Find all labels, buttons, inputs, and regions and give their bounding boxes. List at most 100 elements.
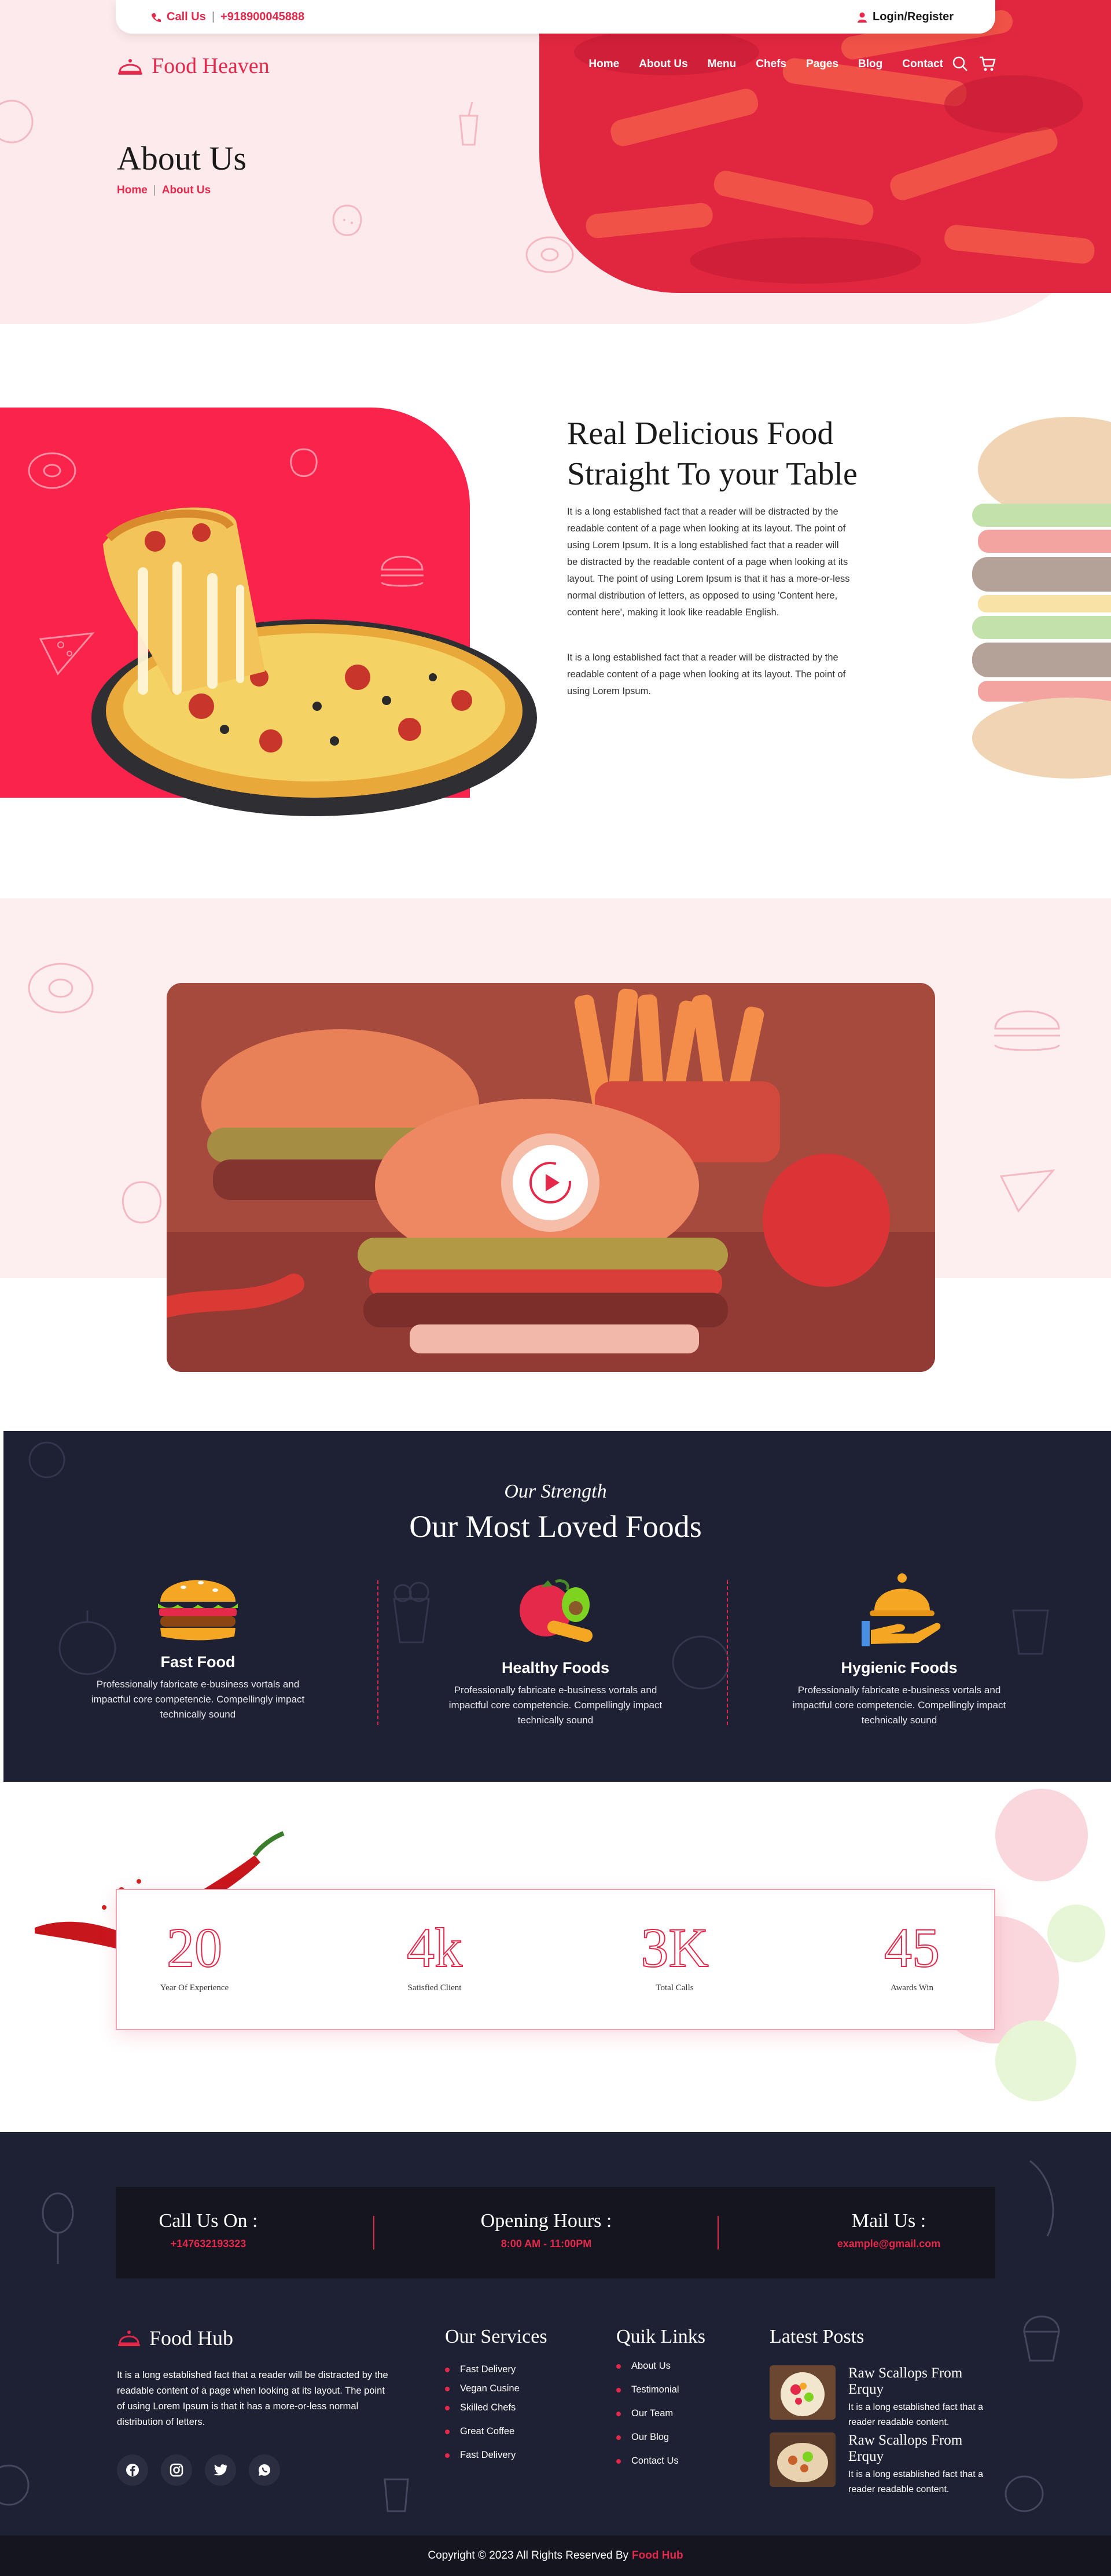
contact-hours-title: Opening Hours : — [480, 2210, 612, 2232]
nav-blog[interactable]: Blog — [858, 58, 882, 71]
call-separator: | — [211, 10, 215, 23]
main-nav: Home About Us Menu Chefs Pages Blog Cont… — [588, 58, 943, 71]
login-label: Login/Register — [872, 10, 954, 23]
call-us[interactable]: Call Us | +918900045888 — [150, 10, 304, 24]
stat-years: 20 Year Of Experience — [108, 1916, 281, 1993]
site-logo[interactable]: Food Heaven — [117, 53, 270, 79]
play-icon — [529, 1162, 571, 1203]
service-item[interactable]: Fast Delivery — [445, 2450, 520, 2461]
footer-logo[interactable]: Food Hub — [117, 2326, 233, 2350]
twitter-icon[interactable] — [205, 2454, 236, 2486]
latest-post[interactable]: Raw Scallops From Erquy It is a long est… — [770, 2365, 1001, 2430]
contact-hours: Opening Hours : 8:00 AM - 11:00PM — [442, 2210, 650, 2250]
nav-contact[interactable]: Contact — [902, 58, 943, 71]
donut-doodle-icon — [28, 963, 94, 1014]
pumpkin-doodle-icon — [672, 1635, 730, 1690]
hero-image — [539, 0, 1111, 293]
feature-fast-food: Fast Food Professionally fabricate e-bus… — [76, 1570, 319, 1722]
service-item[interactable]: Skilled Chefs — [445, 2402, 520, 2413]
burger-stack-image — [972, 417, 1111, 779]
donut-doodle-icon — [28, 452, 76, 489]
contact-divider — [718, 2216, 719, 2250]
post-excerpt: It is a long established fact that a rea… — [848, 2469, 984, 2494]
spoon-doodle-icon — [42, 2192, 74, 2264]
service-item[interactable]: Great Coffee — [445, 2426, 520, 2437]
strawberry-doodle-icon — [122, 1181, 162, 1224]
nav-icons — [952, 56, 996, 72]
intro-title-line2: Straight To your Table — [567, 456, 858, 492]
nav-home[interactable]: Home — [588, 58, 619, 71]
breadcrumb-separator: | — [153, 184, 156, 196]
search-icon[interactable] — [952, 56, 968, 72]
post-title[interactable]: Raw Scallops From Erquy — [848, 2365, 1001, 2398]
stat-label: Awards Win — [891, 1983, 933, 1992]
call-phone[interactable]: +918900045888 — [220, 10, 304, 24]
post-thumbnail[interactable] — [770, 2432, 836, 2487]
latest-post[interactable]: Raw Scallops From Erquy It is a long est… — [770, 2432, 1001, 2497]
services-title: Our Services — [445, 2326, 547, 2347]
stat-label: Year Of Experience — [160, 1983, 229, 1992]
pizza-image — [91, 507, 537, 816]
latest-posts-title: Latest Posts — [770, 2326, 864, 2347]
drink-doodle-icon — [459, 101, 479, 146]
stat-value: 20 — [166, 1916, 223, 1979]
contact-hours-value: 8:00 AM - 11:00PM — [501, 2238, 592, 2250]
top-bar: Call Us | +918900045888 Login/Register — [116, 0, 995, 34]
quick-link[interactable]: About Us — [616, 2361, 679, 2372]
quick-link[interactable]: Our Blog — [616, 2432, 679, 2443]
doodle-icon — [28, 1441, 65, 1478]
feature-divider — [727, 1580, 728, 1725]
pizza-doodle-icon — [999, 1169, 1055, 1213]
popcorn-doodle-icon — [393, 1581, 430, 1643]
breadcrumb-home[interactable]: Home — [117, 184, 148, 197]
contact-mail-title: Mail Us : — [851, 2210, 926, 2232]
whatsapp-icon[interactable] — [249, 2454, 280, 2486]
copyright-bar: Copyright © 2023 All Rights Reserved By … — [0, 2535, 1111, 2576]
cloche-logo-icon — [118, 2331, 140, 2346]
cart-icon[interactable] — [978, 56, 996, 72]
quick-link[interactable]: Contact Us — [616, 2456, 679, 2467]
intro-paragraph-2: It is a long established fact that a rea… — [567, 652, 846, 696]
contact-call-title: Call Us On : — [159, 2210, 258, 2232]
service-item[interactable]: Vegan Cusine — [445, 2383, 520, 2394]
copyright-brand[interactable]: Food Hub — [632, 2549, 683, 2562]
stat-value: 3K — [640, 1916, 709, 1979]
nav-pages[interactable]: Pages — [806, 58, 838, 71]
page-title: About Us — [117, 140, 247, 177]
nav-about-us[interactable]: About Us — [639, 58, 687, 71]
quick-links-title: Quik Links — [616, 2326, 705, 2347]
nav-chefs[interactable]: Chefs — [756, 58, 786, 71]
stat-awards: 45 Awards Win — [825, 1916, 999, 1993]
play-button[interactable] — [501, 1133, 599, 1232]
doodle-icon — [0, 100, 34, 144]
intro-paragraph-1: It is a long established fact that a rea… — [567, 507, 850, 618]
burger-doodle-icon — [994, 1010, 1060, 1051]
quick-link[interactable]: Our Team — [616, 2408, 679, 2419]
feature-title: Hygienic Foods — [841, 1659, 958, 1676]
quick-link[interactable]: Testimonial — [616, 2384, 679, 2395]
stat-clients: 4k Satisfied Client — [348, 1916, 521, 1993]
logo-text: Food Heaven — [152, 54, 270, 78]
instagram-icon[interactable] — [161, 2454, 192, 2486]
feature-title: Healthy Foods — [501, 1659, 610, 1676]
cloche-logo-icon — [118, 59, 142, 75]
contact-call: Call Us On : +147632193323 — [104, 2210, 312, 2250]
doodle-icon — [0, 2464, 30, 2506]
intro-title-line1: Real Delicious Food — [567, 416, 834, 452]
strength-kicker: Our Strength — [504, 1481, 607, 1502]
phone-icon — [152, 13, 161, 22]
nav-menu[interactable]: Menu — [708, 58, 737, 71]
stat-value: 45 — [884, 1916, 940, 1979]
login-register-link[interactable]: Login/Register — [857, 10, 954, 24]
facebook-icon[interactable] — [117, 2454, 148, 2486]
service-item[interactable]: Fast Delivery — [445, 2364, 520, 2375]
stat-label: Total Calls — [656, 1983, 694, 1992]
contact-call-value[interactable]: +147632193323 — [104, 2238, 312, 2250]
breadcrumb-current: About Us — [161, 184, 211, 196]
contact-mail-value[interactable]: example@gmail.com — [785, 2238, 993, 2250]
strawberry-doodle-icon — [332, 204, 362, 236]
post-thumbnail[interactable] — [770, 2365, 836, 2420]
quick-links-list: About Us Testimonial Our Team Our Blog C… — [616, 2361, 679, 2467]
post-title[interactable]: Raw Scallops From Erquy — [848, 2432, 1001, 2465]
stat-value: 4k — [406, 1916, 463, 1979]
